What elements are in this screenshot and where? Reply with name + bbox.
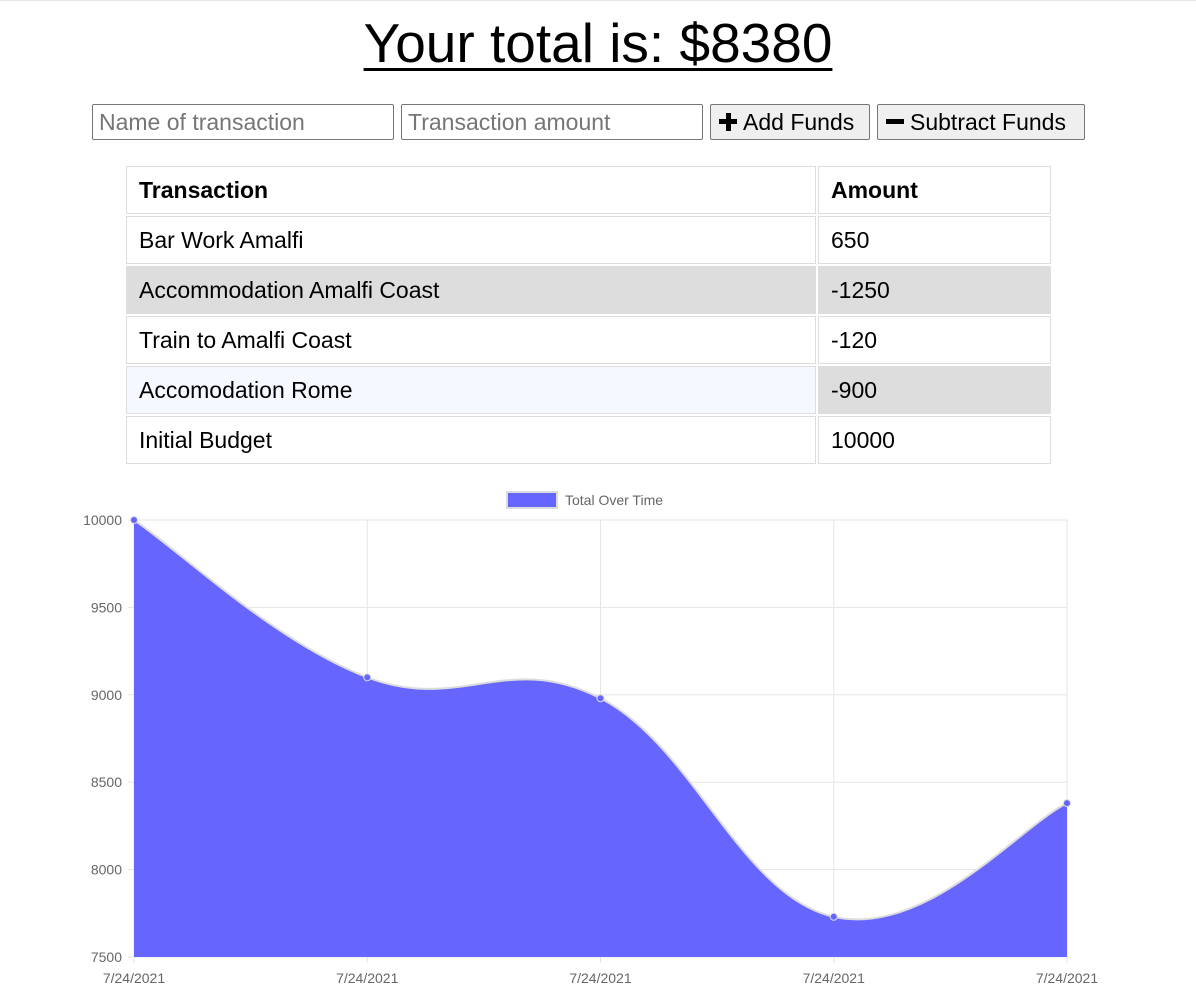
y-tick-label: 7500 (91, 949, 122, 965)
data-point (363, 673, 372, 682)
plus-icon (719, 113, 737, 131)
add-funds-button[interactable]: Add Funds (710, 104, 870, 140)
transaction-amount-cell: -120 (818, 316, 1051, 364)
total-over-time-chart: 10000 9500 9000 8500 8000 7500 7/24/2021 7/24/2… (83, 491, 1098, 986)
table-row: Train to Amalfi Coast -120 (126, 316, 1051, 364)
subtract-funds-button[interactable]: Subtract Funds (877, 104, 1085, 140)
table-header-row: Transaction Amount (126, 166, 1051, 214)
page-top-border (0, 0, 1196, 1)
y-tick-label: 9500 (91, 599, 122, 615)
transaction-name-cell: Accomodation Rome (126, 366, 816, 414)
transaction-name-cell: Train to Amalfi Coast (126, 316, 816, 364)
y-tick-label: 10000 (83, 512, 122, 528)
transaction-amount-cell: -1250 (818, 266, 1051, 314)
transaction-name-cell: Initial Budget (126, 416, 816, 464)
table-row: Bar Work Amalfi 650 (126, 216, 1051, 264)
data-point (596, 694, 605, 703)
y-tick-label: 9000 (91, 687, 122, 703)
x-tick-label: 7/24/2021 (1036, 970, 1098, 986)
legend-swatch (506, 491, 558, 509)
x-tick-label: 7/24/2021 (336, 970, 398, 986)
transaction-name-input[interactable] (92, 104, 394, 140)
y-tick-label: 8000 (91, 862, 122, 878)
table-row: Accomodation Rome -900 (126, 366, 1051, 414)
minus-icon (886, 113, 904, 131)
column-header-transaction: Transaction (126, 166, 816, 214)
data-point (130, 516, 138, 524)
data-point (829, 912, 838, 921)
table-row: Initial Budget 10000 (126, 416, 1051, 464)
column-header-amount: Amount (818, 166, 1051, 214)
transaction-amount-input[interactable] (401, 104, 703, 140)
add-funds-label: Add Funds (743, 108, 855, 135)
transactions-table: Transaction Amount Bar Work Amalfi 650 A… (124, 164, 1053, 466)
y-tick-label: 8500 (91, 774, 122, 790)
legend-label: Total Over Time (565, 492, 663, 508)
data-point (1063, 799, 1071, 808)
x-tick-label: 7/24/2021 (803, 970, 865, 986)
x-tick-label: 7/24/2021 (103, 970, 165, 986)
chart-legend[interactable]: Total Over Time (506, 491, 663, 509)
transaction-name-cell: Bar Work Amalfi (126, 216, 816, 264)
transaction-amount-cell: 10000 (818, 416, 1051, 464)
total-heading: Your total is: $8380 (363, 12, 833, 74)
transaction-amount-cell: -900 (818, 366, 1051, 414)
transaction-name-cell: Accommodation Amalfi Coast (126, 266, 816, 314)
subtract-funds-label: Subtract Funds (910, 108, 1066, 135)
x-tick-label: 7/24/2021 (569, 970, 631, 986)
transaction-amount-cell: 650 (818, 216, 1051, 264)
table-row: Accommodation Amalfi Coast -1250 (126, 266, 1051, 314)
